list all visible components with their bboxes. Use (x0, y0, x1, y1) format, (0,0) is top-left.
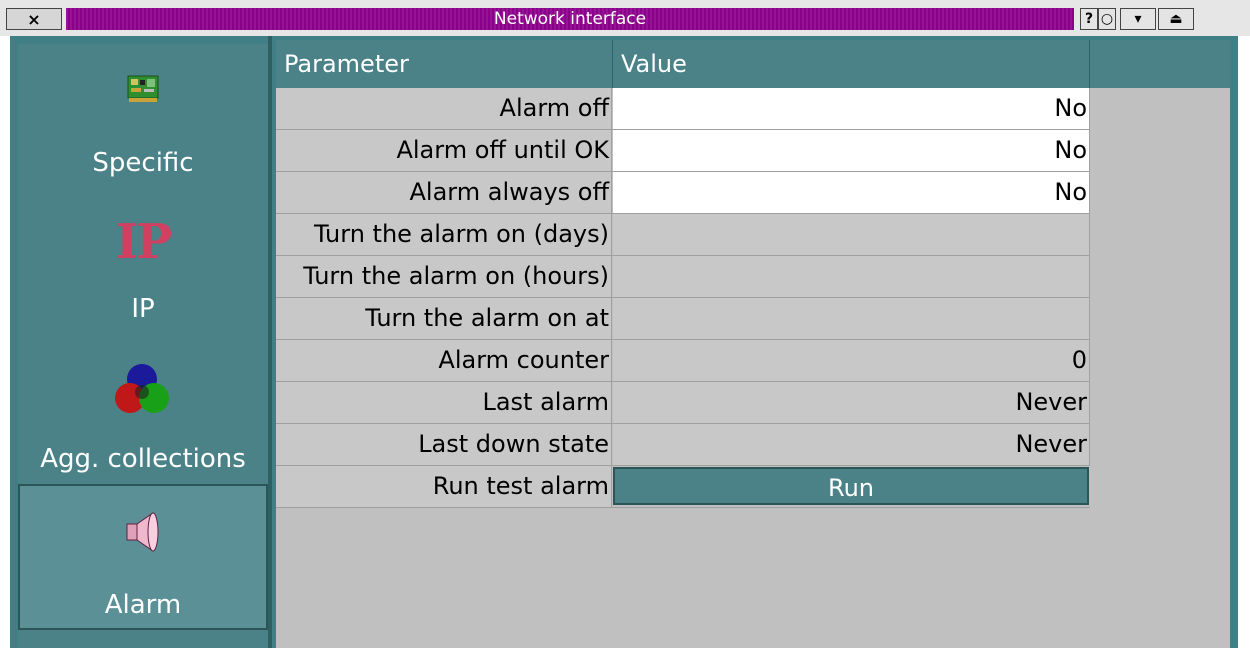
value-cell: Never (613, 424, 1090, 465)
value-cell: 0 (613, 340, 1090, 381)
param-cell: Last down state (276, 424, 612, 465)
param-cell: Alarm always off (276, 172, 612, 213)
param-cell: Run test alarm (276, 466, 612, 507)
sidebar-item-agg-collections[interactable]: Agg. collections (18, 340, 268, 482)
window-controls: ? ○ ▾ ⏏ (1080, 8, 1196, 30)
table-row: Alarm counter 0 (276, 340, 1090, 382)
table-row: Alarm off until OK No (276, 130, 1090, 172)
eject-button[interactable]: ⏏ (1158, 8, 1194, 30)
value-cell[interactable]: No (613, 130, 1090, 171)
close-button[interactable]: × (6, 8, 62, 30)
param-cell: Alarm counter (276, 340, 612, 381)
ip-icon: IP (18, 216, 268, 268)
sidebar-item-alarm[interactable]: Alarm (18, 484, 268, 630)
minimize-button[interactable]: ○ (1098, 8, 1116, 30)
table-row: Last alarm Never (276, 382, 1090, 424)
run-test-alarm-button[interactable]: Run (613, 467, 1089, 505)
sidebar-item-label: Alarm (104, 590, 182, 620)
sidebar-item-label: IP (131, 294, 155, 324)
sidebar-item-label: Specific (92, 148, 194, 178)
sidebar-item-specific[interactable]: Specific (18, 44, 268, 190)
table-row: Run test alarm Run (276, 466, 1090, 508)
value-cell[interactable] (613, 256, 1090, 297)
table-row: Alarm off No (276, 88, 1090, 130)
rgb-circles-icon (18, 362, 268, 418)
column-header-parameter[interactable]: Parameter (276, 40, 613, 88)
param-cell: Turn the alarm on at (276, 298, 612, 339)
table-header: Parameter Value (276, 40, 1230, 88)
param-cell: Alarm off until OK (276, 130, 612, 171)
speaker-icon (20, 510, 266, 554)
title-bar: × Network interface ? ○ ▾ ⏏ (0, 0, 1250, 36)
window-title: Network interface (493, 9, 647, 29)
value-cell[interactable] (613, 214, 1090, 255)
sidebar: Specific IP IP Agg. collections Alarm (18, 44, 270, 648)
value-cell[interactable] (613, 298, 1090, 339)
table-row: Turn the alarm on at (276, 298, 1090, 340)
table-row: Alarm always off No (276, 172, 1090, 214)
ip-icon-text: IP (115, 214, 173, 270)
value-cell[interactable]: No (613, 172, 1090, 213)
param-cell: Last alarm (276, 382, 612, 423)
param-cell: Turn the alarm on (days) (276, 214, 612, 255)
table-row: Last down state Never (276, 424, 1090, 466)
param-cell: Turn the alarm on (hours) (276, 256, 612, 297)
table-row: Turn the alarm on (days) (276, 214, 1090, 256)
shade-button[interactable]: ▾ (1120, 8, 1156, 30)
network-card-icon (18, 74, 268, 104)
table-row: Turn the alarm on (hours) (276, 256, 1090, 298)
sidebar-item-label: Agg. collections (40, 444, 246, 474)
parameter-table: Parameter Value Alarm off No Alarm off u… (276, 40, 1230, 648)
value-cell[interactable]: No (613, 88, 1090, 129)
title-stripe[interactable]: Network interface (66, 8, 1074, 30)
sidebar-item-ip[interactable]: IP IP (18, 190, 268, 340)
param-cell: Alarm off (276, 88, 612, 129)
column-header-value[interactable]: Value (613, 40, 1090, 88)
sidebar-divider[interactable] (268, 36, 272, 648)
value-cell: Never (613, 382, 1090, 423)
help-button[interactable]: ? (1080, 8, 1098, 30)
